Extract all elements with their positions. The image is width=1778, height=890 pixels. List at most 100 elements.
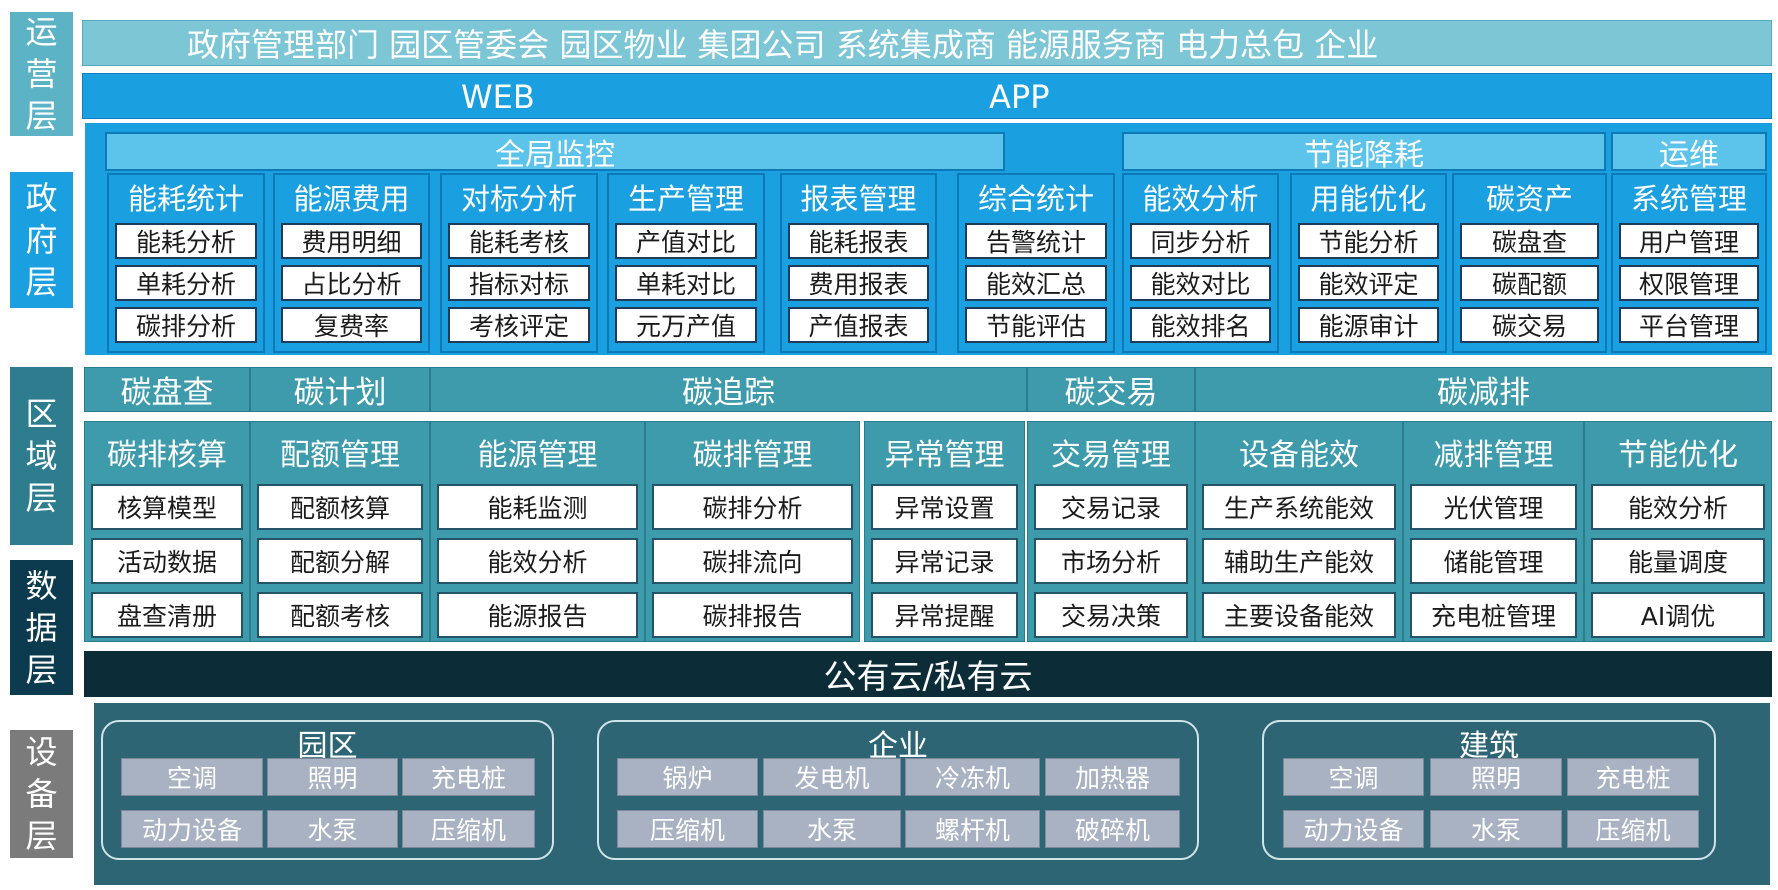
gov-module-item[interactable]: 权限管理 <box>1619 265 1759 301</box>
device-item[interactable]: 压缩机 <box>1567 810 1699 848</box>
layer-label-char: 运 <box>25 13 58 51</box>
region-module-item[interactable]: AI调优 <box>1591 592 1765 638</box>
gov-module-item[interactable]: 占比分析 <box>281 265 422 301</box>
device-item[interactable]: 加热器 <box>1045 758 1180 796</box>
device-group-title: 园区 <box>297 729 358 764</box>
gov-module: 用能优化 节能分析 能效评定 能源审计 <box>1290 173 1447 353</box>
gov-module: 系统管理 用户管理 权限管理 平台管理 <box>1611 173 1767 353</box>
region-module-item[interactable]: 配额核算 <box>257 484 423 530</box>
region-module-item[interactable]: 异常提醒 <box>871 592 1018 638</box>
gov-module-item[interactable]: 费用报表 <box>788 265 929 301</box>
region-module-item[interactable]: 主要设备能效 <box>1202 592 1396 638</box>
region-module-item[interactable]: 交易决策 <box>1034 592 1188 638</box>
region-module-item[interactable]: 盘查清册 <box>91 592 243 638</box>
gov-module-item[interactable]: 能耗报表 <box>788 223 929 259</box>
region-module-item[interactable]: 活动数据 <box>91 538 243 584</box>
gov-module-item[interactable]: 单耗对比 <box>615 265 757 301</box>
device-item[interactable]: 发电机 <box>763 758 901 796</box>
region-module-item[interactable]: 能效分析 <box>1591 484 1765 530</box>
gov-module-item[interactable]: 节能分析 <box>1298 223 1439 259</box>
device-item[interactable]: 水泵 <box>1430 810 1562 848</box>
gov-module-item[interactable]: 考核评定 <box>448 307 590 343</box>
gov-module-item[interactable]: 能效对比 <box>1130 265 1271 301</box>
layer-label: 运营层 <box>10 12 73 136</box>
gov-module-item[interactable]: 碳交易 <box>1460 307 1599 343</box>
gov-module-item[interactable]: 能效汇总 <box>965 265 1107 301</box>
gov-module-item[interactable]: 告警统计 <box>965 223 1107 259</box>
region-module: 异常管理 异常设置 异常记录 异常提醒 <box>864 421 1025 642</box>
device-item[interactable]: 冷冻机 <box>905 758 1040 796</box>
layer-label-char: 营 <box>25 55 58 93</box>
region-module-item[interactable]: 异常记录 <box>871 538 1018 584</box>
gov-module-item[interactable]: 能源审计 <box>1298 307 1439 343</box>
device-item[interactable]: 压缩机 <box>617 810 758 848</box>
device-group-title: 企业 <box>868 729 928 764</box>
gov-module-item[interactable]: 碳排分析 <box>115 307 257 343</box>
layer-label: 数据层 <box>10 560 73 695</box>
gov-module-item[interactable]: 节能评估 <box>965 307 1107 343</box>
device-item[interactable]: 动力设备 <box>121 810 263 848</box>
device-item[interactable]: 水泵 <box>267 810 398 848</box>
gov-module-item[interactable]: 单耗分析 <box>115 265 257 301</box>
region-module-item[interactable]: 能效分析 <box>437 538 638 584</box>
region-module-item[interactable]: 核算模型 <box>91 484 243 530</box>
gov-module-item[interactable]: 能耗分析 <box>115 223 257 259</box>
gov-module-item[interactable]: 能效评定 <box>1298 265 1439 301</box>
cloud-bar: 公有云/私有云 <box>84 651 1772 697</box>
gov-module-item[interactable]: 平台管理 <box>1619 307 1759 343</box>
device-item[interactable]: 锅炉 <box>617 758 758 796</box>
region-module: 节能优化 能效分析 能量调度 AI调优 <box>1584 421 1772 642</box>
region-module-item[interactable]: 光伏管理 <box>1410 484 1577 530</box>
gov-module-item[interactable]: 用户管理 <box>1619 223 1759 259</box>
region-module-item[interactable]: 市场分析 <box>1034 538 1188 584</box>
gov-module-item[interactable]: 指标对标 <box>448 265 590 301</box>
region-module-title: 碳排核算 <box>107 438 227 473</box>
gov-module-item[interactable]: 同步分析 <box>1130 223 1271 259</box>
layer-label: 设备层 <box>10 730 73 858</box>
device-item[interactable]: 动力设备 <box>1283 810 1424 848</box>
layer-label-char: 据 <box>25 608 58 647</box>
layer-label-char: 备 <box>25 775 58 813</box>
region-module-item[interactable]: 异常设置 <box>871 484 1018 530</box>
gov-module-item[interactable]: 复费率 <box>281 307 422 343</box>
region-module-item[interactable]: 储能管理 <box>1410 538 1577 584</box>
gov-module: 能源费用 费用明细 占比分析 复费率 <box>273 173 430 353</box>
device-item[interactable]: 照明 <box>267 758 398 796</box>
gov-module-item[interactable]: 产值报表 <box>788 307 929 343</box>
region-module-item[interactable]: 配额分解 <box>257 538 423 584</box>
gov-module-item[interactable]: 能效排名 <box>1130 307 1271 343</box>
gov-module-title: 碳资产 <box>1485 182 1573 216</box>
device-item[interactable]: 充电桩 <box>1567 758 1699 796</box>
device-item[interactable]: 充电桩 <box>402 758 535 796</box>
gov-module-item[interactable]: 元万产值 <box>615 307 757 343</box>
layer-label: 政府层 <box>10 172 73 308</box>
gov-module-item[interactable]: 产值对比 <box>615 223 757 259</box>
region-module-item[interactable]: 能耗监测 <box>437 484 638 530</box>
region-module-item[interactable]: 辅助生产能效 <box>1202 538 1396 584</box>
region-module-item[interactable]: 配额考核 <box>257 592 423 638</box>
device-item[interactable]: 压缩机 <box>402 810 535 848</box>
device-item[interactable]: 水泵 <box>763 810 901 848</box>
layer-label-char: 层 <box>25 263 58 301</box>
region-module-item[interactable]: 碳排流向 <box>652 538 853 584</box>
device-item[interactable]: 空调 <box>1283 758 1424 796</box>
gov-module-item[interactable]: 碳盘查 <box>1460 223 1599 259</box>
region-module-item[interactable]: 能量调度 <box>1591 538 1765 584</box>
region-section-header: 碳交易 <box>1027 367 1195 412</box>
region-module: 碳排管理 碳排分析 碳排流向 碳排报告 <box>645 421 860 642</box>
gov-module-item[interactable]: 能耗考核 <box>448 223 590 259</box>
region-module-item[interactable]: 碳排报告 <box>652 592 853 638</box>
region-section-header: 碳盘查 <box>84 367 250 412</box>
device-item[interactable]: 空调 <box>121 758 263 796</box>
region-module-item[interactable]: 碳排分析 <box>652 484 853 530</box>
region-module-item[interactable]: 交易记录 <box>1034 484 1188 530</box>
device-item[interactable]: 螺杆机 <box>905 810 1040 848</box>
region-module-item[interactable]: 能源报告 <box>437 592 638 638</box>
gov-module-item[interactable]: 费用明细 <box>281 223 422 259</box>
region-module-item[interactable]: 生产系统能效 <box>1202 484 1396 530</box>
device-item[interactable]: 破碎机 <box>1045 810 1180 848</box>
device-item[interactable]: 照明 <box>1430 758 1562 796</box>
region-module-item[interactable]: 充电桩管理 <box>1410 592 1577 638</box>
gov-module-item[interactable]: 碳配额 <box>1460 265 1599 301</box>
gov-module-title: 综合统计 <box>977 182 1094 216</box>
